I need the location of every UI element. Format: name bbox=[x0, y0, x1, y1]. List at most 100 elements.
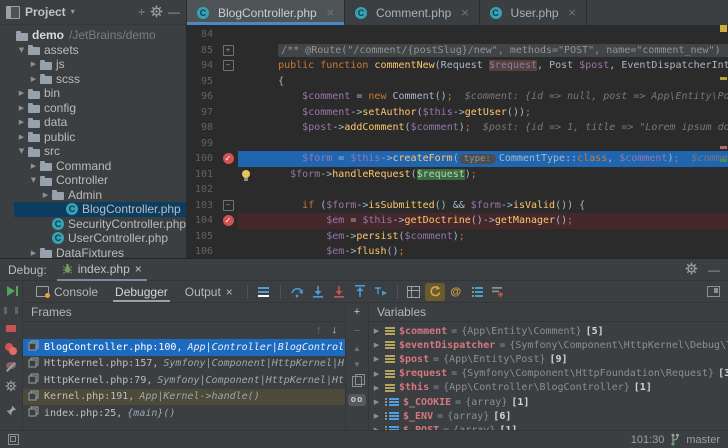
expand-arrow-icon[interactable]: ▶ bbox=[372, 370, 381, 378]
gutter[interactable]: + bbox=[218, 44, 238, 56]
close-icon[interactable]: × bbox=[226, 285, 233, 299]
gear-icon[interactable] bbox=[685, 262, 698, 277]
chevron-collapsed-icon[interactable]: ▶ bbox=[28, 162, 39, 170]
line-number[interactable]: 102 bbox=[187, 182, 218, 198]
line-number[interactable]: 105 bbox=[187, 229, 218, 245]
magic-vars-icon[interactable]: @ bbox=[446, 283, 466, 301]
expand-arrow-icon[interactable]: ▶ bbox=[372, 341, 381, 349]
previous-frame-icon[interactable]: ↑ bbox=[316, 324, 322, 339]
line-number[interactable]: 97 bbox=[187, 105, 218, 121]
frame-row[interactable]: BlogController.php:100, App|Controller|B… bbox=[23, 339, 345, 356]
restore-layout-icon[interactable] bbox=[8, 434, 19, 445]
move-up-icon[interactable]: ▲ bbox=[353, 344, 361, 353]
variable-row[interactable]: ▶ $post = {App\Entity\Post} [9] bbox=[369, 352, 728, 366]
variable-row[interactable]: ▶ $this = {App\Controller\BlogController} [1… bbox=[369, 381, 728, 395]
tab-debugger[interactable]: Debugger bbox=[107, 281, 176, 302]
pin-icon[interactable] bbox=[6, 405, 17, 419]
collapse-all-icon[interactable]: ÷ bbox=[138, 6, 145, 18]
gutter[interactable]: − bbox=[218, 60, 238, 72]
tree-item-public[interactable]: ▶ public bbox=[0, 130, 186, 145]
evaluate-expression-button[interactable] bbox=[404, 283, 424, 301]
duplicate-icon[interactable] bbox=[352, 374, 365, 387]
show-watches-icon[interactable]: oo bbox=[347, 394, 367, 406]
line-number[interactable]: 98 bbox=[187, 120, 218, 136]
view-breakpoints-button[interactable] bbox=[5, 342, 17, 356]
run-to-cursor-button[interactable] bbox=[371, 283, 391, 301]
variable-row[interactable]: ▶ $_ENV = {array} [6] bbox=[369, 409, 728, 423]
tree-item-data[interactable]: ▶ data bbox=[0, 115, 186, 130]
editor-tab-blogcontroller-php[interactable]: C BlogController.php × bbox=[187, 0, 345, 25]
fold-marker-icon[interactable]: − bbox=[222, 199, 234, 211]
intention-bulb-icon[interactable] bbox=[242, 170, 250, 182]
mute-breakpoints-button[interactable] bbox=[6, 362, 16, 369]
line-number[interactable]: 95 bbox=[187, 74, 218, 90]
threads-view-icon[interactable] bbox=[254, 283, 274, 301]
stop-button[interactable] bbox=[6, 324, 16, 332]
line-number[interactable]: 101 bbox=[187, 167, 218, 183]
tree-item-command[interactable]: ▶ Command bbox=[0, 159, 186, 174]
line-number[interactable]: 85 bbox=[187, 43, 218, 59]
variable-row[interactable]: ▶$_POST={array}[1] bbox=[369, 423, 728, 430]
chevron-expanded-icon[interactable]: ▼ bbox=[16, 46, 27, 54]
gear-icon[interactable] bbox=[150, 5, 163, 20]
pause-button[interactable] bbox=[4, 307, 18, 314]
step-out-button[interactable] bbox=[350, 283, 370, 301]
breakpoint-icon[interactable]: ✓ bbox=[222, 153, 234, 165]
variable-row[interactable]: ▶ $_COOKIE = {array} [1] bbox=[369, 395, 728, 409]
variable-row[interactable]: ▶ $request = {Symfony\Component\HttpFoundat… bbox=[369, 367, 728, 381]
chevron-down-icon[interactable]: ▾ bbox=[71, 6, 75, 18]
chevron-collapsed-icon[interactable]: ▶ bbox=[28, 75, 39, 83]
frame-row[interactable]: HttpKernel.php:157, Symfony|Component|Ht… bbox=[23, 356, 345, 373]
tree-item-js[interactable]: ▶ js bbox=[0, 57, 186, 72]
debug-session-tab[interactable]: index.php × bbox=[56, 258, 147, 281]
frame-row[interactable]: Kernel.php:191, App|Kernel->handle() bbox=[23, 388, 345, 405]
gutter[interactable]: − bbox=[218, 199, 238, 211]
caret-position[interactable]: 101:30 bbox=[631, 434, 665, 446]
hide-panel-icon[interactable]: — bbox=[708, 264, 720, 276]
tree-item-securitycontroller-php[interactable]: C SecurityController.php bbox=[0, 217, 186, 232]
tree-item-config[interactable]: ▶ config bbox=[0, 101, 186, 116]
chevron-collapsed-icon[interactable]: ▶ bbox=[16, 89, 27, 97]
editor-tab-comment-php[interactable]: C Comment.php × bbox=[345, 0, 480, 25]
add-to-watches-button[interactable] bbox=[488, 283, 508, 301]
git-branch-name[interactable]: master bbox=[686, 434, 720, 446]
debug-settings-gear-icon[interactable] bbox=[5, 380, 17, 394]
expand-arrow-icon[interactable]: ▶ bbox=[372, 355, 381, 363]
line-number[interactable]: 94 bbox=[187, 58, 218, 74]
tab-output[interactable]: Output × bbox=[177, 281, 241, 302]
add-watch-icon[interactable]: + bbox=[354, 306, 360, 318]
tree-item-scss[interactable]: ▶ scss bbox=[0, 72, 186, 87]
gutter[interactable]: ✓ bbox=[218, 215, 238, 227]
expand-arrow-icon[interactable]: ▶ bbox=[372, 398, 381, 406]
tree-item-controller[interactable]: ▼ Controller bbox=[0, 173, 186, 188]
tab-console[interactable]: Console bbox=[28, 281, 106, 302]
expand-arrow-icon[interactable]: ▶ bbox=[372, 412, 381, 420]
tree-item-assets[interactable]: ▼ assets bbox=[0, 43, 186, 58]
close-icon[interactable]: × bbox=[135, 262, 142, 276]
layout-settings-icon[interactable] bbox=[703, 283, 723, 301]
tree-item-bin[interactable]: ▶ bin bbox=[0, 86, 186, 101]
hide-panel-icon[interactable]: — bbox=[168, 6, 180, 18]
chevron-collapsed-icon[interactable]: ▶ bbox=[28, 249, 39, 257]
chevron-collapsed-icon[interactable]: ▶ bbox=[16, 118, 27, 126]
expand-arrow-icon[interactable]: ▶ bbox=[372, 384, 381, 392]
php-toggle-button[interactable] bbox=[424, 282, 445, 301]
variable-row[interactable]: ▶ $comment = {App\Entity\Comment} [5] bbox=[369, 324, 728, 338]
chevron-expanded-icon[interactable]: ▼ bbox=[16, 147, 27, 155]
chevron-collapsed-icon[interactable]: ▶ bbox=[28, 60, 39, 68]
close-icon[interactable]: × bbox=[326, 6, 335, 19]
gutter[interactable]: ✓ bbox=[218, 153, 238, 165]
chevron-collapsed-icon[interactable]: ▶ bbox=[40, 191, 51, 199]
tree-item-usercontroller-php[interactable]: C UserController.php bbox=[0, 231, 186, 246]
tree-item-src[interactable]: ▼ src bbox=[0, 144, 186, 159]
tree-item-datafixtures[interactable]: ▶ DataFixtures bbox=[0, 246, 186, 258]
chevron-expanded-icon[interactable]: ▼ bbox=[28, 176, 39, 184]
remove-watch-icon[interactable]: − bbox=[354, 325, 360, 337]
force-step-into-button[interactable] bbox=[329, 283, 349, 301]
breakpoint-icon[interactable]: ✓ bbox=[222, 215, 234, 227]
tree-item-demo[interactable]: demo/JetBrains/demo bbox=[0, 28, 186, 43]
line-number[interactable]: 104 bbox=[187, 213, 218, 229]
line-number[interactable]: 84 bbox=[187, 27, 218, 43]
step-into-button[interactable] bbox=[308, 283, 328, 301]
variable-row[interactable]: ▶ $eventDispatcher = {Symfony\Component\Htt… bbox=[369, 338, 728, 352]
